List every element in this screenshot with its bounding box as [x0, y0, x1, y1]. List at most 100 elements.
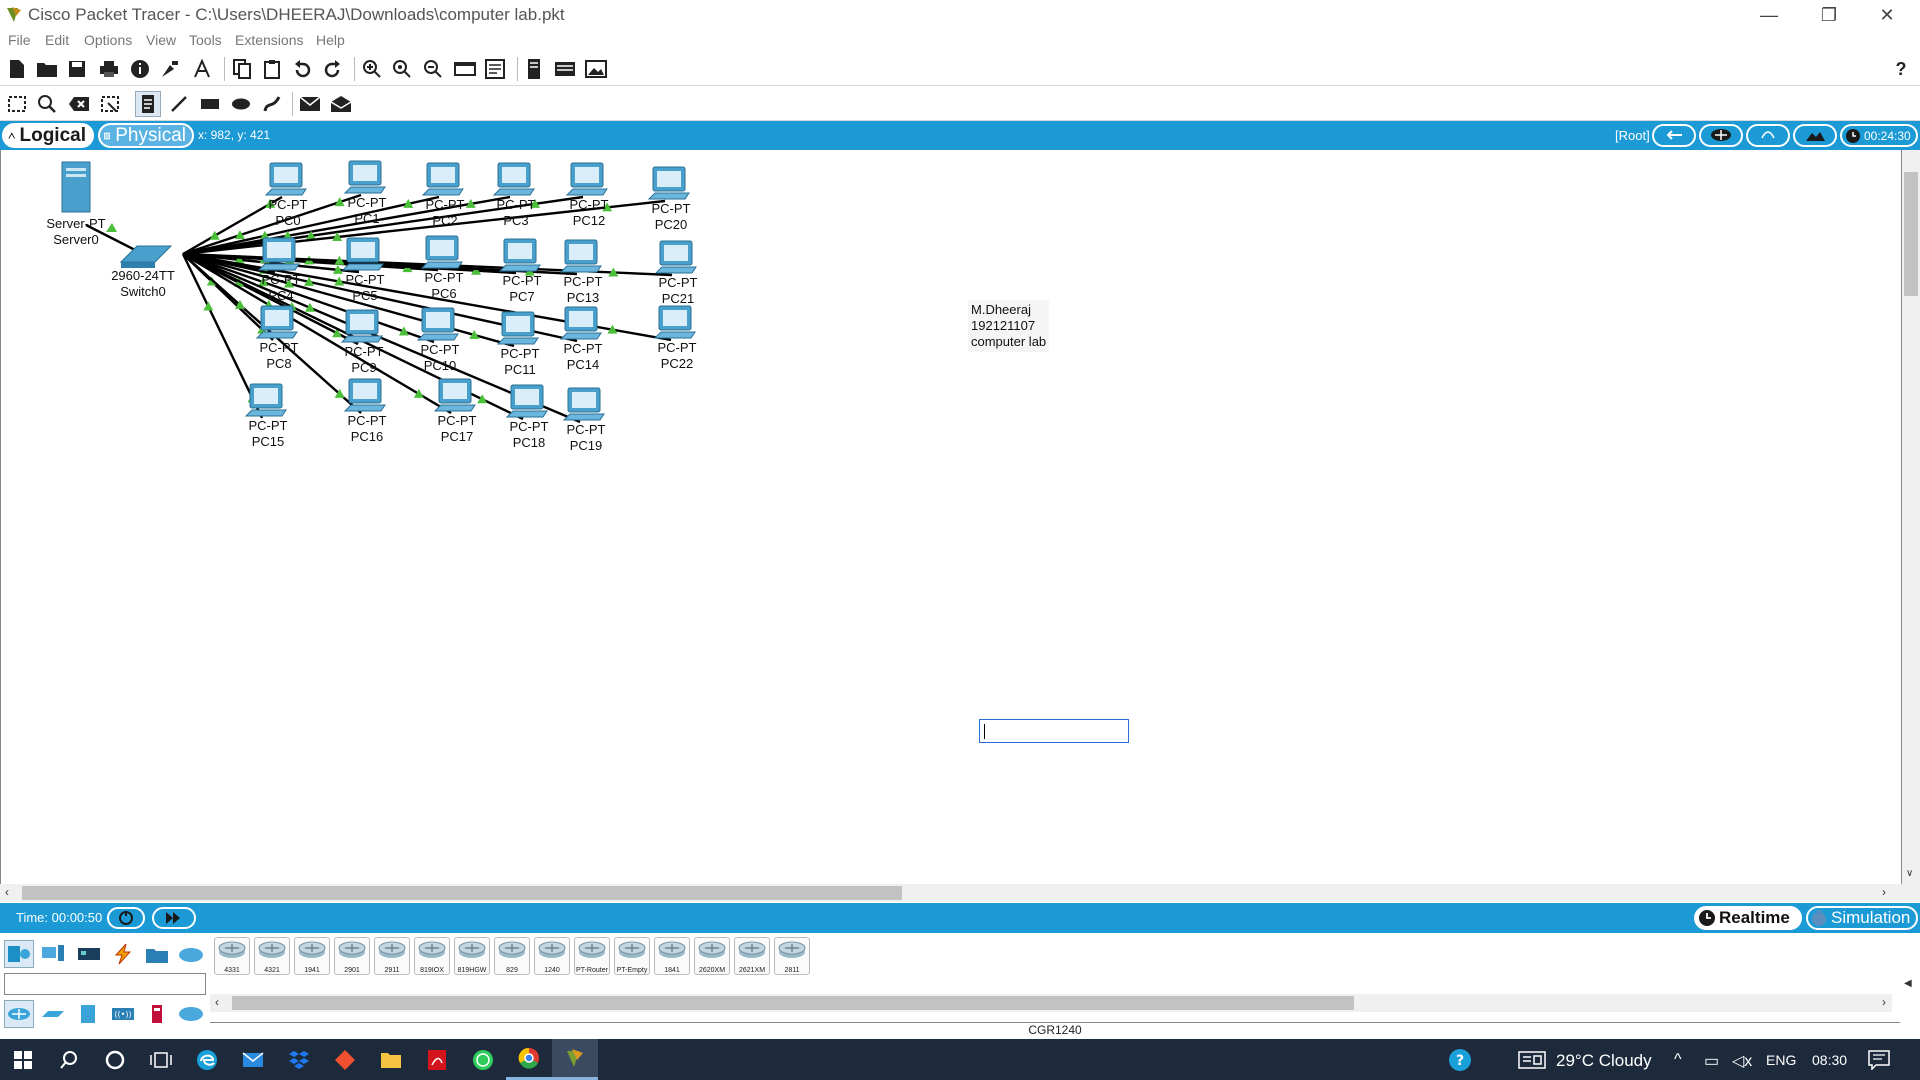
pc-device[interactable] [264, 162, 307, 196]
pc-device[interactable] [257, 237, 300, 271]
device-model-button[interactable]: 4331 [214, 937, 250, 975]
workspace-vertical-scrollbar[interactable]: ∨ [1902, 150, 1920, 884]
zoom-out-icon[interactable] [420, 56, 446, 82]
edge-icon[interactable] [184, 1039, 230, 1080]
pc-device[interactable] [433, 378, 476, 412]
place-note-icon[interactable] [135, 91, 161, 117]
info-icon[interactable] [127, 56, 153, 82]
screenshot-icon[interactable] [583, 56, 609, 82]
draw-rectangle-icon[interactable] [197, 91, 223, 117]
git-icon[interactable] [322, 1039, 368, 1080]
menu-edit[interactable]: Edit [45, 32, 69, 48]
cluster-icon[interactable] [521, 56, 547, 82]
device-model-button[interactable]: 2621XM [734, 937, 770, 975]
drawing-palette-icon[interactable] [452, 56, 478, 82]
complex-pdu-icon[interactable] [328, 91, 354, 117]
switches-icon[interactable] [38, 1000, 68, 1028]
pc-device[interactable] [496, 311, 539, 345]
whatsapp-icon[interactable] [460, 1039, 506, 1080]
custom-device-icon[interactable] [482, 56, 508, 82]
open-folder-icon[interactable] [34, 56, 60, 82]
zoom-reset-icon[interactable] [389, 56, 415, 82]
activity-wizard-icon[interactable] [157, 56, 183, 82]
device-model-button[interactable]: 829 [494, 937, 530, 975]
pc-device[interactable] [559, 239, 602, 273]
print-icon[interactable] [96, 56, 122, 82]
environment-button[interactable] [1746, 124, 1790, 147]
security-icon[interactable] [142, 1000, 172, 1028]
simulation-button[interactable]: Simulation [1806, 906, 1918, 930]
navigation-back-button[interactable] [1652, 124, 1696, 147]
menu-file[interactable]: File [8, 32, 31, 48]
menu-options[interactable]: Options [84, 32, 132, 48]
cortana-icon[interactable] [92, 1039, 138, 1080]
device-search-input[interactable] [4, 973, 206, 995]
freeform-icon[interactable] [259, 91, 285, 117]
device-model-button[interactable]: 2620XM [694, 937, 730, 975]
viewport-button[interactable] [1699, 124, 1743, 147]
fast-forward-button[interactable] [152, 907, 196, 929]
paste-icon[interactable] [259, 56, 285, 82]
maximize-button[interactable]: ❐ [1800, 0, 1858, 30]
device-model-button[interactable]: PT-Empty [614, 937, 650, 975]
device-model-button[interactable]: 2811 [774, 937, 810, 975]
help-tips-icon[interactable]: ? [1446, 1048, 1474, 1077]
pc-device[interactable] [653, 305, 696, 339]
server-device[interactable] [61, 161, 91, 213]
menu-extensions[interactable]: Extensions [235, 32, 303, 48]
delete-icon[interactable] [66, 91, 92, 117]
horizontal-scroll-thumb[interactable] [22, 886, 902, 900]
network-tray-icon[interactable]: ▭ [1704, 1051, 1719, 1071]
end-devices-icon[interactable] [38, 940, 68, 968]
logical-workspace[interactable]: M.Dheeraj 192121107 computer lab Server-… [0, 150, 1902, 884]
routers-icon[interactable] [4, 1000, 34, 1028]
clock-button[interactable]: 00:24:30 [1840, 124, 1918, 147]
workspace-note[interactable]: M.Dheeraj 192121107 computer lab [968, 300, 1050, 352]
acrobat-icon[interactable] [414, 1039, 460, 1080]
notifications-icon[interactable] [1868, 1050, 1890, 1075]
device-model-button[interactable]: 1841 [654, 937, 690, 975]
search-icon[interactable] [46, 1039, 92, 1080]
show-hidden-icons-icon[interactable]: ^ [1674, 1051, 1682, 1069]
panel-collapse-icon[interactable]: ◀ [1904, 978, 1912, 989]
resize-icon[interactable] [97, 91, 123, 117]
network-info-icon[interactable] [552, 56, 578, 82]
pc-device[interactable] [492, 162, 535, 196]
device-model-button[interactable]: 819IOX [414, 937, 450, 975]
simple-pdu-icon[interactable] [297, 91, 323, 117]
note-text-input[interactable] [979, 719, 1129, 743]
redo-icon[interactable] [320, 56, 346, 82]
device-model-button[interactable]: 4321 [254, 937, 290, 975]
weather-text[interactable]: 29°C Cloudy [1556, 1051, 1652, 1071]
device-model-button[interactable]: PT-Router [574, 937, 610, 975]
windows-start-icon[interactable] [0, 1039, 46, 1080]
switch-device[interactable] [119, 245, 173, 268]
device-model-button[interactable]: 819HGW [454, 937, 490, 975]
device-model-button[interactable]: 1240 [534, 937, 570, 975]
pc-device[interactable] [559, 306, 602, 340]
pc-device[interactable] [255, 305, 298, 339]
dropbox-icon[interactable] [276, 1039, 322, 1080]
zoom-in-icon[interactable] [359, 56, 385, 82]
pc-device[interactable] [562, 387, 605, 421]
input-language[interactable]: ENG [1766, 1052, 1796, 1068]
multiuser-icon[interactable] [176, 940, 206, 968]
menu-help[interactable]: Help [316, 32, 345, 48]
copy-icon[interactable] [229, 56, 255, 82]
select-icon[interactable] [4, 91, 30, 117]
root-label[interactable]: [Root] [1615, 128, 1650, 143]
pc-device[interactable] [244, 383, 287, 417]
pc-device[interactable] [343, 160, 386, 194]
device-list-scrollbar[interactable]: ‹ › [210, 994, 1892, 1012]
logical-view-button[interactable]: Logical [2, 123, 94, 148]
save-icon[interactable] [64, 56, 90, 82]
new-file-icon[interactable] [4, 56, 30, 82]
device-model-button[interactable]: 2901 [334, 937, 370, 975]
device-model-button[interactable]: 1941 [294, 937, 330, 975]
device-scroll-left-icon[interactable]: ‹ [215, 995, 219, 1009]
network-devices-icon[interactable] [4, 940, 34, 968]
menu-tools[interactable]: Tools [189, 32, 222, 48]
packet-tracer-icon[interactable] [552, 1039, 598, 1080]
volume-muted-icon[interactable]: ◁x [1732, 1051, 1752, 1071]
file-explorer-icon[interactable] [368, 1039, 414, 1080]
